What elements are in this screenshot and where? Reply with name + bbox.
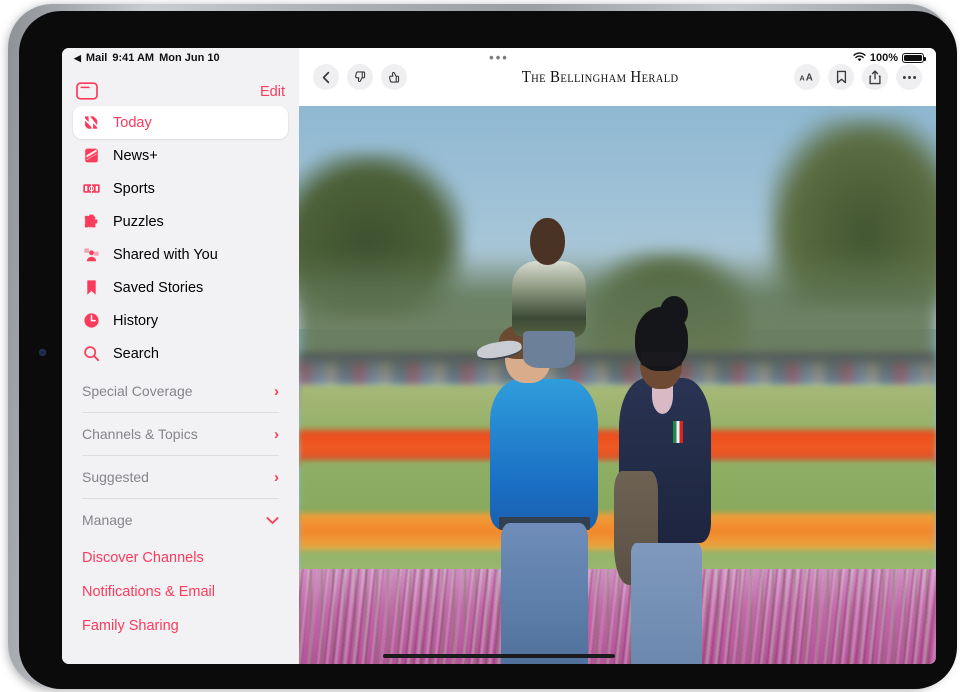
bookmark-icon	[82, 278, 101, 297]
photo-man-shirt	[490, 379, 598, 530]
section-label: Channels & Topics	[82, 426, 198, 442]
photo-boy-legs	[523, 331, 576, 369]
thumbs-down-icon[interactable]	[347, 64, 373, 90]
back-button[interactable]	[313, 64, 339, 90]
sidebar-toggle-icon[interactable]	[76, 82, 98, 100]
sidebar-item-label: Sports	[113, 181, 155, 197]
photo-woman-flag-emblem	[673, 421, 684, 442]
svg-text:A: A	[806, 73, 813, 83]
clock-icon	[82, 311, 101, 330]
search-icon	[82, 344, 101, 363]
sidebar-link-discover-channels[interactable]: Discover Channels	[73, 541, 288, 575]
puzzle-piece-icon	[82, 212, 101, 231]
article-toolbar-right: A A	[794, 64, 922, 90]
article-masthead-container: The Bellingham Herald	[407, 67, 794, 87]
chevron-right-icon[interactable]: ›	[274, 384, 279, 399]
sidebar-nav-list: Today News+	[62, 106, 299, 664]
section-label: Suggested	[82, 469, 149, 485]
more-ellipsis-icon[interactable]	[896, 64, 922, 90]
sidebar-item-sports[interactable]: Sports	[73, 172, 288, 205]
sidebar-section-special-coverage[interactable]: Special Coverage ›	[73, 370, 288, 412]
sidebar-section-channels-topics[interactable]: Channels & Topics ›	[73, 413, 288, 455]
sidebar-item-news-plus[interactable]: News+	[73, 139, 288, 172]
sidebar-section-suggested[interactable]: Suggested ›	[73, 456, 288, 498]
multitasking-handle[interactable]: •••	[62, 51, 936, 64]
photo-boy-jacket	[512, 261, 585, 336]
sidebar-item-label: News+	[113, 148, 158, 164]
photo-woman-sunglasses	[641, 352, 681, 366]
chevron-right-icon[interactable]: ›	[274, 427, 279, 442]
section-label: Manage	[82, 512, 133, 528]
front-camera-icon	[39, 349, 46, 356]
sidebar-item-label: History	[113, 313, 158, 329]
sidebar-item-saved-stories[interactable]: Saved Stories	[73, 271, 288, 304]
publication-masthead[interactable]: The Bellingham Herald	[522, 67, 679, 87]
sidebar-item-label: Puzzles	[113, 214, 164, 230]
section-label: Special Coverage	[82, 383, 193, 399]
photo-boy-head	[530, 218, 565, 266]
chevron-down-icon[interactable]	[266, 513, 279, 528]
sidebar-item-shared-with-you[interactable]: Shared with You	[73, 238, 288, 271]
sidebar-item-today[interactable]: Today	[73, 106, 288, 139]
shared-with-you-icon	[82, 245, 101, 264]
sidebar-item-label: Search	[113, 346, 159, 362]
sidebar-link-notifications-email[interactable]: Notifications & Email	[73, 575, 288, 609]
article-lead-photo[interactable]	[299, 106, 936, 664]
sidebar-link-family-sharing[interactable]: Family Sharing	[73, 609, 288, 643]
ipad-screen: ◀ Mail 9:41 AM Mon Jun 10 100%	[62, 48, 936, 664]
photo-man-jeans	[501, 523, 588, 664]
sidebar-item-search[interactable]: Search	[73, 337, 288, 370]
sidebar-item-history[interactable]: History	[73, 304, 288, 337]
home-indicator[interactable]	[383, 654, 615, 658]
photo-woman-jeans	[631, 543, 702, 664]
photo-person-man	[490, 329, 598, 664]
svg-text:A: A	[800, 73, 806, 82]
thumbs-up-icon[interactable]	[381, 64, 407, 90]
sports-scoreboard-icon	[82, 179, 101, 198]
photo-person-boy	[512, 218, 585, 363]
news-plus-icon	[82, 146, 101, 165]
photo-person-woman	[618, 307, 714, 664]
edit-button[interactable]: Edit	[260, 84, 285, 100]
ipad-bezel: ◀ Mail 9:41 AM Mon Jun 10 100%	[19, 11, 957, 689]
article-toolbar-left	[313, 64, 407, 90]
apple-news-logo-icon	[82, 113, 101, 132]
sidebar: Edit Today	[62, 48, 299, 664]
sidebar-item-label: Today	[113, 115, 152, 131]
sidebar-section-manage[interactable]: Manage	[73, 499, 288, 541]
text-size-icon[interactable]: A A	[794, 64, 820, 90]
sidebar-item-label: Saved Stories	[113, 280, 203, 296]
sidebar-item-puzzles[interactable]: Puzzles	[73, 205, 288, 238]
bookmark-icon[interactable]	[828, 64, 854, 90]
share-icon[interactable]	[862, 64, 888, 90]
sidebar-item-label: Shared with You	[113, 247, 218, 263]
ipad-device-frame: ◀ Mail 9:41 AM Mon Jun 10 100%	[8, 4, 952, 688]
article-pane: The Bellingham Herald A A	[299, 48, 936, 664]
chevron-right-icon[interactable]: ›	[274, 470, 279, 485]
